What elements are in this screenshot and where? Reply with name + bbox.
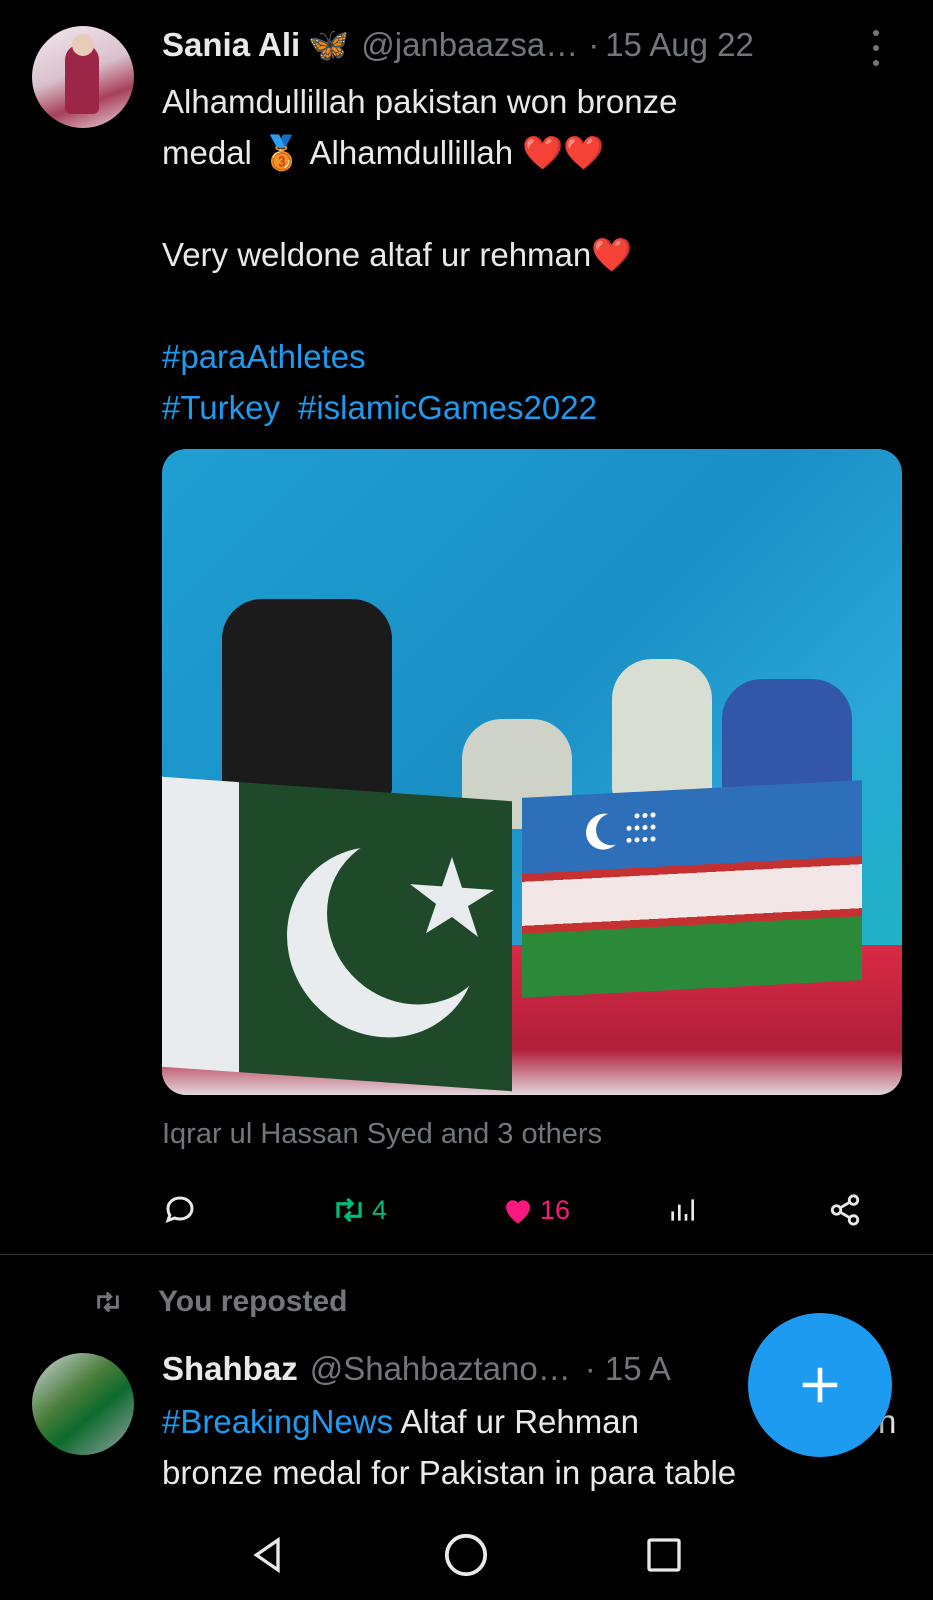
tweet-line-1-text: Altaf ur Rehman: [400, 1403, 639, 1440]
home-button[interactable]: [441, 1530, 491, 1580]
retweet-icon: [336, 1197, 362, 1223]
like-button[interactable]: 16: [500, 1188, 570, 1232]
compose-button[interactable]: [748, 1313, 892, 1457]
tweet-date[interactable]: 15 Aug 22: [605, 26, 754, 64]
photo-person: [612, 659, 712, 799]
tweet-photo[interactable]: [162, 449, 902, 1095]
reply-icon: [165, 1196, 194, 1224]
hearts-emoji: ❤️❤️: [522, 134, 605, 171]
hashtag-breaking-news[interactable]: #BreakingNews: [162, 1403, 393, 1440]
retweet-icon: [97, 1291, 119, 1313]
more-options-icon[interactable]: [866, 30, 886, 66]
tweet-actions: 4 16: [162, 1188, 892, 1232]
author-handle[interactable]: @Shahbaztano…: [310, 1350, 571, 1388]
heart-emoji: ❤️: [591, 236, 633, 273]
tweet-word-alhamdullillah: Alhamdullillah: [309, 134, 514, 171]
tweet-sania-ali[interactable]: Sania Ali 🦋 @janbaazsa… · 15 Aug 22 Alha…: [0, 0, 933, 1254]
heart-filled-icon: [506, 1200, 530, 1224]
liked-by-text[interactable]: Iqrar ul Hassan Syed and 3 others: [162, 1118, 602, 1151]
author-name[interactable]: Shahbaz: [162, 1350, 298, 1388]
butterfly-emoji: 🦋: [308, 25, 350, 63]
back-button[interactable]: [243, 1530, 293, 1580]
pakistan-flag: [162, 776, 512, 1092]
home-circle-icon: [444, 1533, 488, 1577]
tweet-divider: [0, 1254, 933, 1255]
analytics-icon: [671, 1199, 694, 1221]
share-icon: [830, 1194, 860, 1226]
recents-button[interactable]: [639, 1530, 689, 1580]
hashtag-turkey[interactable]: #Turkey: [162, 382, 280, 433]
bronze-medal-emoji: 🥉: [261, 134, 303, 171]
share-button[interactable]: [828, 1188, 862, 1232]
tweet-line-1: Alhamdullillah pakistan won bronze: [162, 83, 678, 120]
repost-label: You reposted: [158, 1285, 348, 1318]
avatar[interactable]: [32, 26, 134, 128]
hashtag-para-athletes[interactable]: #paraAthletes: [162, 331, 902, 382]
views-button[interactable]: [666, 1188, 698, 1232]
tweet-line-3: Very weldone altaf ur rehman❤️: [162, 229, 902, 280]
avatar-head: [72, 34, 94, 56]
back-triangle-icon: [253, 1536, 280, 1574]
tweet-line-3-text: Very weldone altaf ur rehman: [162, 236, 592, 273]
tweet-line-2: bronze medal for Pakistan in para table: [162, 1454, 737, 1491]
plus-icon: [802, 1367, 838, 1403]
photo-person: [222, 599, 392, 799]
tweet-date[interactable]: · 15 A: [585, 1350, 671, 1388]
separator-dot: ·: [588, 26, 600, 63]
system-navigation-bar: [0, 1510, 933, 1600]
tweet-line-2: medal 🥉 Alhamdullillah ❤️❤️: [162, 127, 902, 178]
recents-square-icon: [647, 1538, 681, 1572]
avatar[interactable]: [32, 1353, 134, 1455]
like-count: 16: [540, 1194, 571, 1225]
tweet-text: Alhamdullillah pakistan won bronze medal…: [162, 76, 902, 433]
hashtag-islamic-games[interactable]: #islamicGames2022: [298, 382, 597, 433]
hashtag-row: #Turkey #islamicGames2022: [162, 382, 902, 433]
repost-indicator: You reposted: [92, 1284, 347, 1320]
tweet-header: Sania Ali 🦋 @janbaazsa… · 15 Aug 22: [162, 24, 882, 66]
tweet-word-medal: medal: [162, 134, 252, 171]
retweet-count: 4: [372, 1194, 388, 1225]
uzbekistan-flag: [522, 780, 862, 998]
author-name[interactable]: Sania Ali: [162, 26, 300, 64]
reply-button[interactable]: [162, 1188, 198, 1232]
author-handle[interactable]: @janbaazsa…: [361, 26, 578, 64]
retweet-button[interactable]: 4: [330, 1188, 387, 1232]
